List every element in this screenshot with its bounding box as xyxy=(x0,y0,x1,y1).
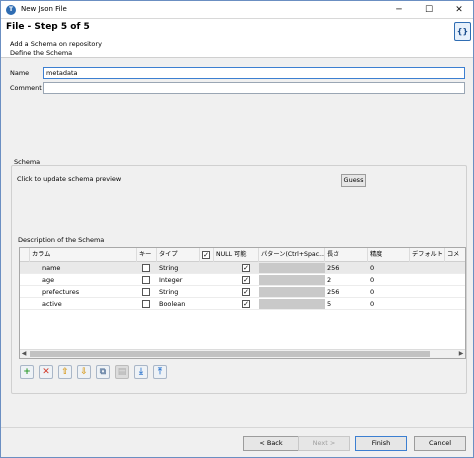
cell-column-name[interactable]: age xyxy=(30,274,137,286)
cell-length[interactable]: 256 xyxy=(325,262,368,274)
cell-precision[interactable]: 0 xyxy=(368,262,410,274)
cell-pattern[interactable] xyxy=(259,275,325,285)
table-row[interactable]: name String ✓ 256 0 xyxy=(20,262,465,274)
key-checkbox[interactable] xyxy=(142,276,150,284)
next-button[interactable]: Next > xyxy=(298,436,350,451)
row-selector-header xyxy=(20,248,30,262)
schema-table: カラム キー タイプ ✓ NULL 可能 パターン(Ctrl+Spac... 長… xyxy=(19,247,466,359)
nullable-all-checkbox-header[interactable]: ✓ xyxy=(200,248,214,262)
footer-divider xyxy=(1,427,473,428)
cell-length[interactable]: 5 xyxy=(325,298,368,310)
cell-comment[interactable] xyxy=(445,262,465,274)
nullable-checkbox[interactable]: ✓ xyxy=(242,264,250,272)
import-button[interactable]: ⤓ xyxy=(134,365,148,379)
paste-icon: ▤ xyxy=(117,367,127,377)
move-down-button[interactable]: ⇩ xyxy=(77,365,91,379)
maximize-button[interactable]: ☐ xyxy=(414,1,444,19)
scroll-left-icon[interactable]: ◀ xyxy=(20,350,28,358)
paste-button[interactable]: ▤ xyxy=(115,365,129,379)
cell-precision[interactable]: 0 xyxy=(368,298,410,310)
json-file-icon: {} xyxy=(454,22,471,41)
title-bar: T New Json File ─ ☐ ✕ xyxy=(1,1,473,19)
cell-length[interactable]: 256 xyxy=(325,286,368,298)
export-icon: ⤒ xyxy=(158,367,162,377)
back-button[interactable]: < Back xyxy=(243,436,299,451)
column-header-column[interactable]: カラム xyxy=(30,248,137,262)
guess-button[interactable]: Guess xyxy=(341,174,366,187)
cell-default[interactable] xyxy=(410,286,445,298)
cell-type[interactable]: String xyxy=(157,262,200,274)
cell-default[interactable] xyxy=(410,298,445,310)
cell-precision[interactable]: 0 xyxy=(368,274,410,286)
cell-column-name[interactable]: active xyxy=(30,298,137,310)
close-button[interactable]: ✕ xyxy=(444,1,474,19)
export-button[interactable]: ⤒ xyxy=(153,365,167,379)
name-input[interactable]: metadata xyxy=(43,67,465,79)
schema-preview-text: Click to update schema preview xyxy=(17,175,122,183)
cell-default[interactable] xyxy=(410,262,445,274)
minimize-button[interactable]: ─ xyxy=(384,1,414,19)
column-header-default[interactable]: デフォルト xyxy=(410,248,445,262)
move-up-icon: ⇧ xyxy=(61,367,69,377)
cancel-button[interactable]: Cancel xyxy=(414,436,466,451)
new-json-file-dialog: T New Json File ─ ☐ ✕ File - Step 5 of 5… xyxy=(0,0,474,458)
nullable-checkbox[interactable]: ✓ xyxy=(242,288,250,296)
table-header: カラム キー タイプ ✓ NULL 可能 パターン(Ctrl+Spac... 長… xyxy=(20,248,465,262)
cell-type[interactable]: Integer xyxy=(157,274,200,286)
cell-pattern[interactable] xyxy=(259,299,325,309)
cell-comment[interactable] xyxy=(445,286,465,298)
column-header-pattern[interactable]: パターン(Ctrl+Spac... xyxy=(259,248,325,262)
table-row[interactable]: active Boolean ✓ 5 0 xyxy=(20,298,465,310)
wizard-header: File - Step 5 of 5 Add a Schema on repos… xyxy=(1,19,473,58)
step-subtitle: Add a Schema on repository xyxy=(10,40,102,48)
add-icon: + xyxy=(23,367,31,377)
move-down-icon: ⇩ xyxy=(80,367,88,377)
cell-comment[interactable] xyxy=(445,274,465,286)
column-header-nullable[interactable]: NULL 可能 xyxy=(214,248,259,262)
window-title: New Json File xyxy=(21,5,67,13)
finish-button[interactable]: Finish xyxy=(355,436,407,451)
comment-label: Comment xyxy=(10,84,42,92)
comment-input[interactable] xyxy=(43,82,465,94)
column-header-comment[interactable]: コメ xyxy=(445,248,465,262)
cell-column-name[interactable]: name xyxy=(30,262,137,274)
step-description: Define the Schema xyxy=(10,49,73,57)
cell-pattern[interactable] xyxy=(259,263,325,273)
move-up-button[interactable]: ⇧ xyxy=(58,365,72,379)
nullable-checkbox[interactable]: ✓ xyxy=(242,300,250,308)
nullable-all-checkbox[interactable]: ✓ xyxy=(202,251,210,259)
key-checkbox[interactable] xyxy=(142,300,150,308)
column-header-type[interactable]: タイプ xyxy=(157,248,200,262)
column-header-key[interactable]: キー xyxy=(137,248,157,262)
app-icon: T xyxy=(6,5,16,15)
cell-pattern[interactable] xyxy=(259,287,325,297)
cell-default[interactable] xyxy=(410,274,445,286)
cell-comment[interactable] xyxy=(445,298,465,310)
scrollbar-thumb[interactable] xyxy=(30,351,430,357)
cell-type[interactable]: Boolean xyxy=(157,298,200,310)
remove-icon: ✕ xyxy=(42,367,50,377)
add-button[interactable]: + xyxy=(20,365,34,379)
step-title: File - Step 5 of 5 xyxy=(6,22,90,32)
nullable-checkbox[interactable]: ✓ xyxy=(242,276,250,284)
copy-button[interactable]: ⧉ xyxy=(96,365,110,379)
schema-description-label: Description of the Schema xyxy=(18,236,105,244)
remove-button[interactable]: ✕ xyxy=(39,365,53,379)
cell-precision[interactable]: 0 xyxy=(368,286,410,298)
import-icon: ⤓ xyxy=(139,367,143,377)
horizontal-scrollbar[interactable]: ◀ ▶ xyxy=(20,349,465,358)
column-header-length[interactable]: 長さ xyxy=(325,248,368,262)
copy-icon: ⧉ xyxy=(99,367,107,377)
key-checkbox[interactable] xyxy=(142,288,150,296)
table-row[interactable]: age Integer ✓ 2 0 xyxy=(20,274,465,286)
column-header-precision[interactable]: 精度 xyxy=(368,248,410,262)
cell-column-name[interactable]: prefectures xyxy=(30,286,137,298)
scroll-right-icon[interactable]: ▶ xyxy=(457,350,465,358)
key-checkbox[interactable] xyxy=(142,264,150,272)
table-row[interactable]: prefectures String ✓ 256 0 xyxy=(20,286,465,298)
name-label: Name xyxy=(10,69,30,77)
cell-type[interactable]: String xyxy=(157,286,200,298)
cell-length[interactable]: 2 xyxy=(325,274,368,286)
